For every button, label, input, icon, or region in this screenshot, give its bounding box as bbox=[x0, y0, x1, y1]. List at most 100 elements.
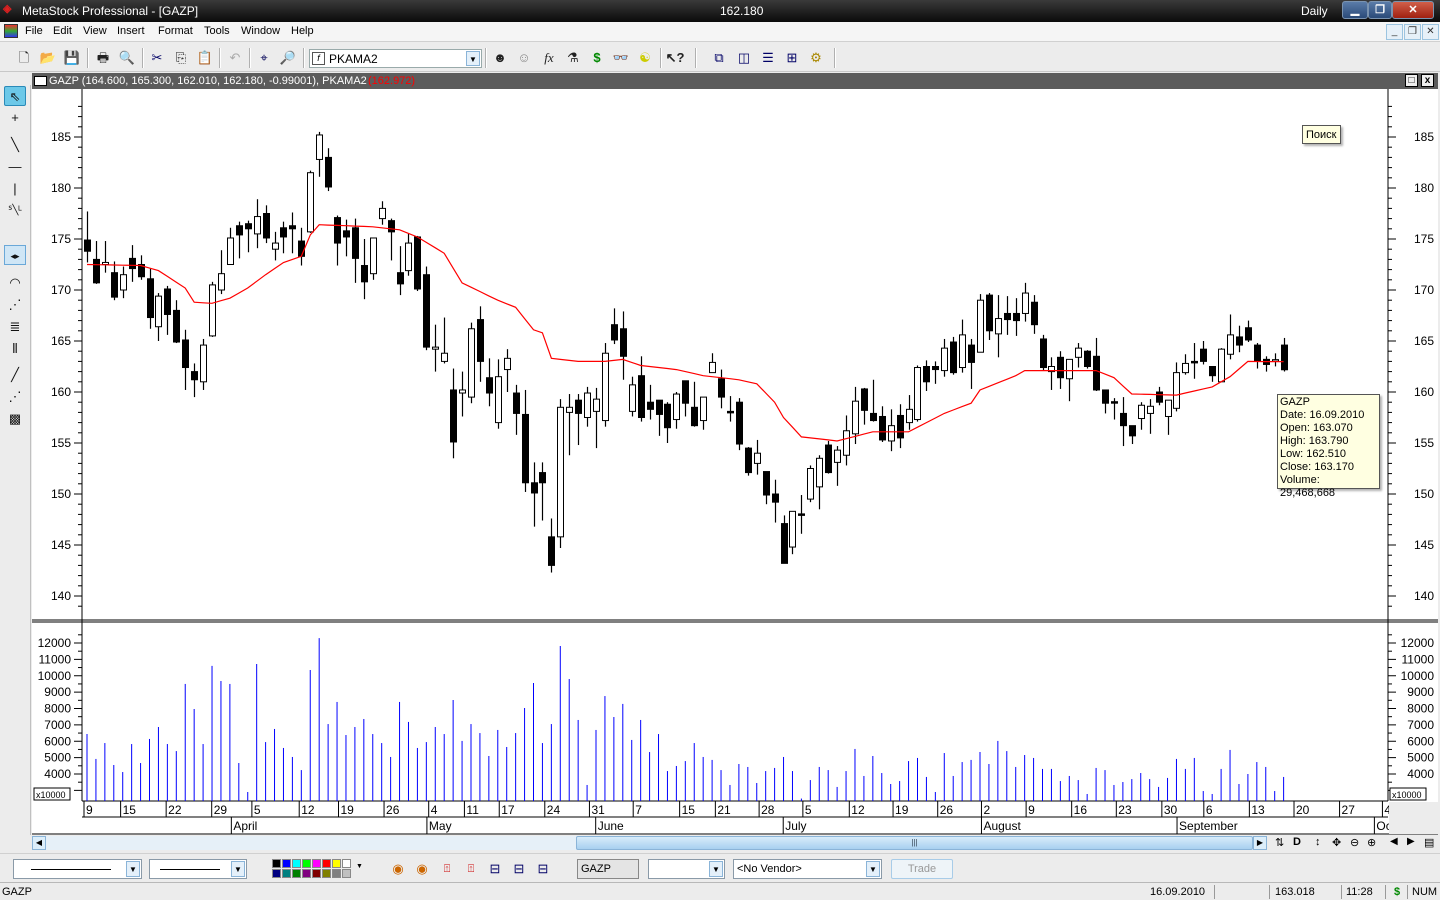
indicator-select[interactable]: f PKAMA2 ▼ bbox=[309, 49, 482, 68]
color-palette[interactable] bbox=[272, 859, 357, 879]
line-weight-select[interactable]: ▼ bbox=[149, 859, 247, 879]
scroll-left-button[interactable]: ◀ bbox=[32, 836, 46, 850]
scroll-tool-icon[interactable]: ◂▸ bbox=[4, 245, 26, 265]
copy-icon[interactable]: ⎘ bbox=[171, 49, 191, 67]
pane-middle-icon[interactable]: ⊟ bbox=[509, 860, 529, 878]
trade-button[interactable]: Trade bbox=[891, 859, 953, 879]
fibonacci-retracement-tool-icon[interactable]: ≣ bbox=[4, 317, 26, 337]
line-tool-icon[interactable]: ╱ bbox=[4, 365, 26, 385]
scroll-forward-icon[interactable]: ▶ bbox=[1407, 836, 1415, 847]
palette-color-swatch[interactable] bbox=[322, 859, 331, 868]
open-folder-icon[interactable]: 📂 bbox=[38, 49, 58, 67]
zoom-in-icon[interactable]: ⊕ bbox=[1367, 836, 1376, 849]
window-settings-icon[interactable]: ⚙ bbox=[806, 49, 826, 67]
chevron-down-icon[interactable]: ▼ bbox=[466, 51, 480, 66]
mdi-minimize-button[interactable]: _ bbox=[1386, 24, 1403, 40]
help-pointer-icon[interactable]: ↖? bbox=[665, 49, 685, 67]
zoom-out-icon[interactable]: ⊖ bbox=[1350, 836, 1359, 849]
chevron-down-icon[interactable]: ▼ bbox=[866, 861, 880, 877]
trendline-tool-icon[interactable]: ╲ bbox=[4, 135, 26, 155]
palette-color-swatch[interactable] bbox=[272, 859, 281, 868]
document-icon[interactable] bbox=[4, 24, 18, 38]
palette-color-swatch[interactable] bbox=[302, 869, 311, 878]
chart-close-button[interactable]: x bbox=[1421, 74, 1434, 87]
fan-lines-tool-icon[interactable]: ⋰ bbox=[4, 295, 26, 315]
price-volume-chart[interactable]: 140 140145 145150 150155 155160 160165 165170 1… bbox=[32, 89, 1438, 835]
paste-icon[interactable]: 📋 bbox=[195, 49, 215, 67]
palette-color-swatch[interactable] bbox=[312, 869, 321, 878]
cut-icon[interactable]: ✂ bbox=[147, 49, 167, 67]
minimize-button[interactable]: ▁ bbox=[1342, 1, 1368, 19]
menu-help[interactable]: Help bbox=[291, 25, 314, 37]
symbol-field[interactable]: GAZP bbox=[577, 859, 639, 879]
save-icon[interactable]: 💾 bbox=[62, 49, 82, 67]
layout-icon[interactable]: ◉ bbox=[412, 860, 432, 878]
palette-color-swatch[interactable] bbox=[312, 859, 321, 868]
scrollbar-thumb[interactable]: ||| bbox=[576, 836, 1253, 850]
line-style-select[interactable]: ▼ bbox=[13, 859, 142, 879]
pane-bottom-icon[interactable]: ⊟ bbox=[533, 860, 553, 878]
palette-color-swatch[interactable] bbox=[282, 859, 291, 868]
cascade-windows-icon[interactable]: ⧉ bbox=[709, 49, 729, 67]
tile-horizontal-icon[interactable]: ☰ bbox=[758, 49, 778, 67]
periodicity-daily-button[interactable]: D bbox=[1293, 836, 1301, 848]
menu-format[interactable]: Format bbox=[158, 25, 193, 37]
move-icon[interactable]: ✥ bbox=[1332, 836, 1341, 849]
menu-window[interactable]: Window bbox=[241, 25, 280, 37]
palette-color-swatch[interactable] bbox=[322, 869, 331, 878]
crosshair-tool-icon[interactable]: + bbox=[4, 108, 26, 128]
expert-advisor-icon[interactable]: ☻ bbox=[490, 49, 510, 67]
indicator-builder-icon[interactable]: fx bbox=[539, 49, 559, 67]
template-icon[interactable]: ◉ bbox=[388, 860, 408, 878]
horizontal-scrollbar[interactable]: ||| bbox=[46, 836, 1253, 850]
palette-color-swatch[interactable] bbox=[292, 859, 301, 868]
palette-dropdown-icon[interactable]: ▼ bbox=[356, 863, 363, 870]
menu-tools[interactable]: Tools bbox=[204, 25, 230, 37]
pane-top-icon[interactable]: ⊟ bbox=[485, 860, 505, 878]
refresh-icon[interactable]: ⇅ bbox=[1275, 836, 1284, 849]
inner-window-1-icon[interactable]: ⍐ bbox=[437, 860, 457, 878]
gann-grid-tool-icon[interactable]: ▩ bbox=[4, 409, 26, 429]
print-icon[interactable]: 🖶 bbox=[93, 49, 113, 67]
mdi-restore-button[interactable]: ❐ bbox=[1404, 24, 1421, 40]
menu-edit[interactable]: Edit bbox=[53, 25, 72, 37]
system-tester-icon[interactable]: ⚗ bbox=[563, 49, 583, 67]
time-zones-tool-icon[interactable]: ⦀ bbox=[4, 339, 26, 359]
support-resistance-tool-icon[interactable]: ᔆ╲ᴸ bbox=[4, 201, 26, 221]
chevron-down-icon[interactable]: ▼ bbox=[126, 861, 140, 877]
scroll-right-button[interactable]: ▶ bbox=[1253, 836, 1267, 850]
maximize-button[interactable]: ❐ bbox=[1368, 1, 1392, 19]
undo-icon[interactable]: ↶ bbox=[225, 49, 245, 67]
palette-color-swatch[interactable] bbox=[272, 869, 281, 878]
symbol-list-select[interactable]: ▼ bbox=[648, 859, 725, 879]
vendor-select[interactable]: <No Vendor> ▼ bbox=[733, 859, 882, 879]
palette-color-swatch[interactable] bbox=[332, 859, 341, 868]
palette-color-swatch[interactable] bbox=[292, 869, 301, 878]
tile-vertical-icon[interactable]: ◫ bbox=[734, 49, 754, 67]
binoculars-icon[interactable]: 👓 bbox=[611, 49, 631, 67]
crosshair-icon[interactable]: ⌖ bbox=[254, 49, 274, 67]
scroll-back-icon[interactable]: ◀ bbox=[1390, 836, 1398, 847]
pointer-tool-icon[interactable]: ⇖ bbox=[4, 86, 26, 106]
chevron-down-icon[interactable]: ▼ bbox=[709, 861, 723, 877]
users-icon[interactable]: ☯ bbox=[635, 49, 655, 67]
chevron-down-icon[interactable]: ▼ bbox=[231, 861, 245, 877]
chart-pane[interactable]: 140 140 145 145 150 150 155 155 160 160 165 165 170 1… bbox=[32, 89, 1438, 835]
menu-file[interactable]: File bbox=[25, 25, 43, 37]
arcs-tool-icon[interactable]: ◠ bbox=[4, 273, 26, 293]
tile-grid-icon[interactable]: ⊞ bbox=[782, 49, 802, 67]
mdi-close-button[interactable]: ✕ bbox=[1422, 24, 1439, 40]
print-preview-icon[interactable]: 🔍 bbox=[117, 49, 137, 67]
palette-color-swatch[interactable] bbox=[342, 859, 351, 868]
speed-lines-tool-icon[interactable]: ⋰ bbox=[4, 387, 26, 407]
vertical-line-tool-icon[interactable]: | bbox=[4, 179, 26, 199]
inner-window-2-icon[interactable]: ⍐ bbox=[461, 860, 481, 878]
palette-color-swatch[interactable] bbox=[302, 859, 311, 868]
palette-color-swatch[interactable] bbox=[332, 869, 341, 878]
palette-color-swatch[interactable] bbox=[282, 869, 291, 878]
dollar-icon[interactable]: $ bbox=[587, 49, 607, 67]
new-icon[interactable]: 🗋 bbox=[14, 49, 34, 67]
menu-view[interactable]: View bbox=[83, 25, 107, 37]
page-icon[interactable]: ▤ bbox=[1424, 836, 1434, 849]
vertical-resize-icon[interactable]: ↕ bbox=[1315, 836, 1321, 848]
